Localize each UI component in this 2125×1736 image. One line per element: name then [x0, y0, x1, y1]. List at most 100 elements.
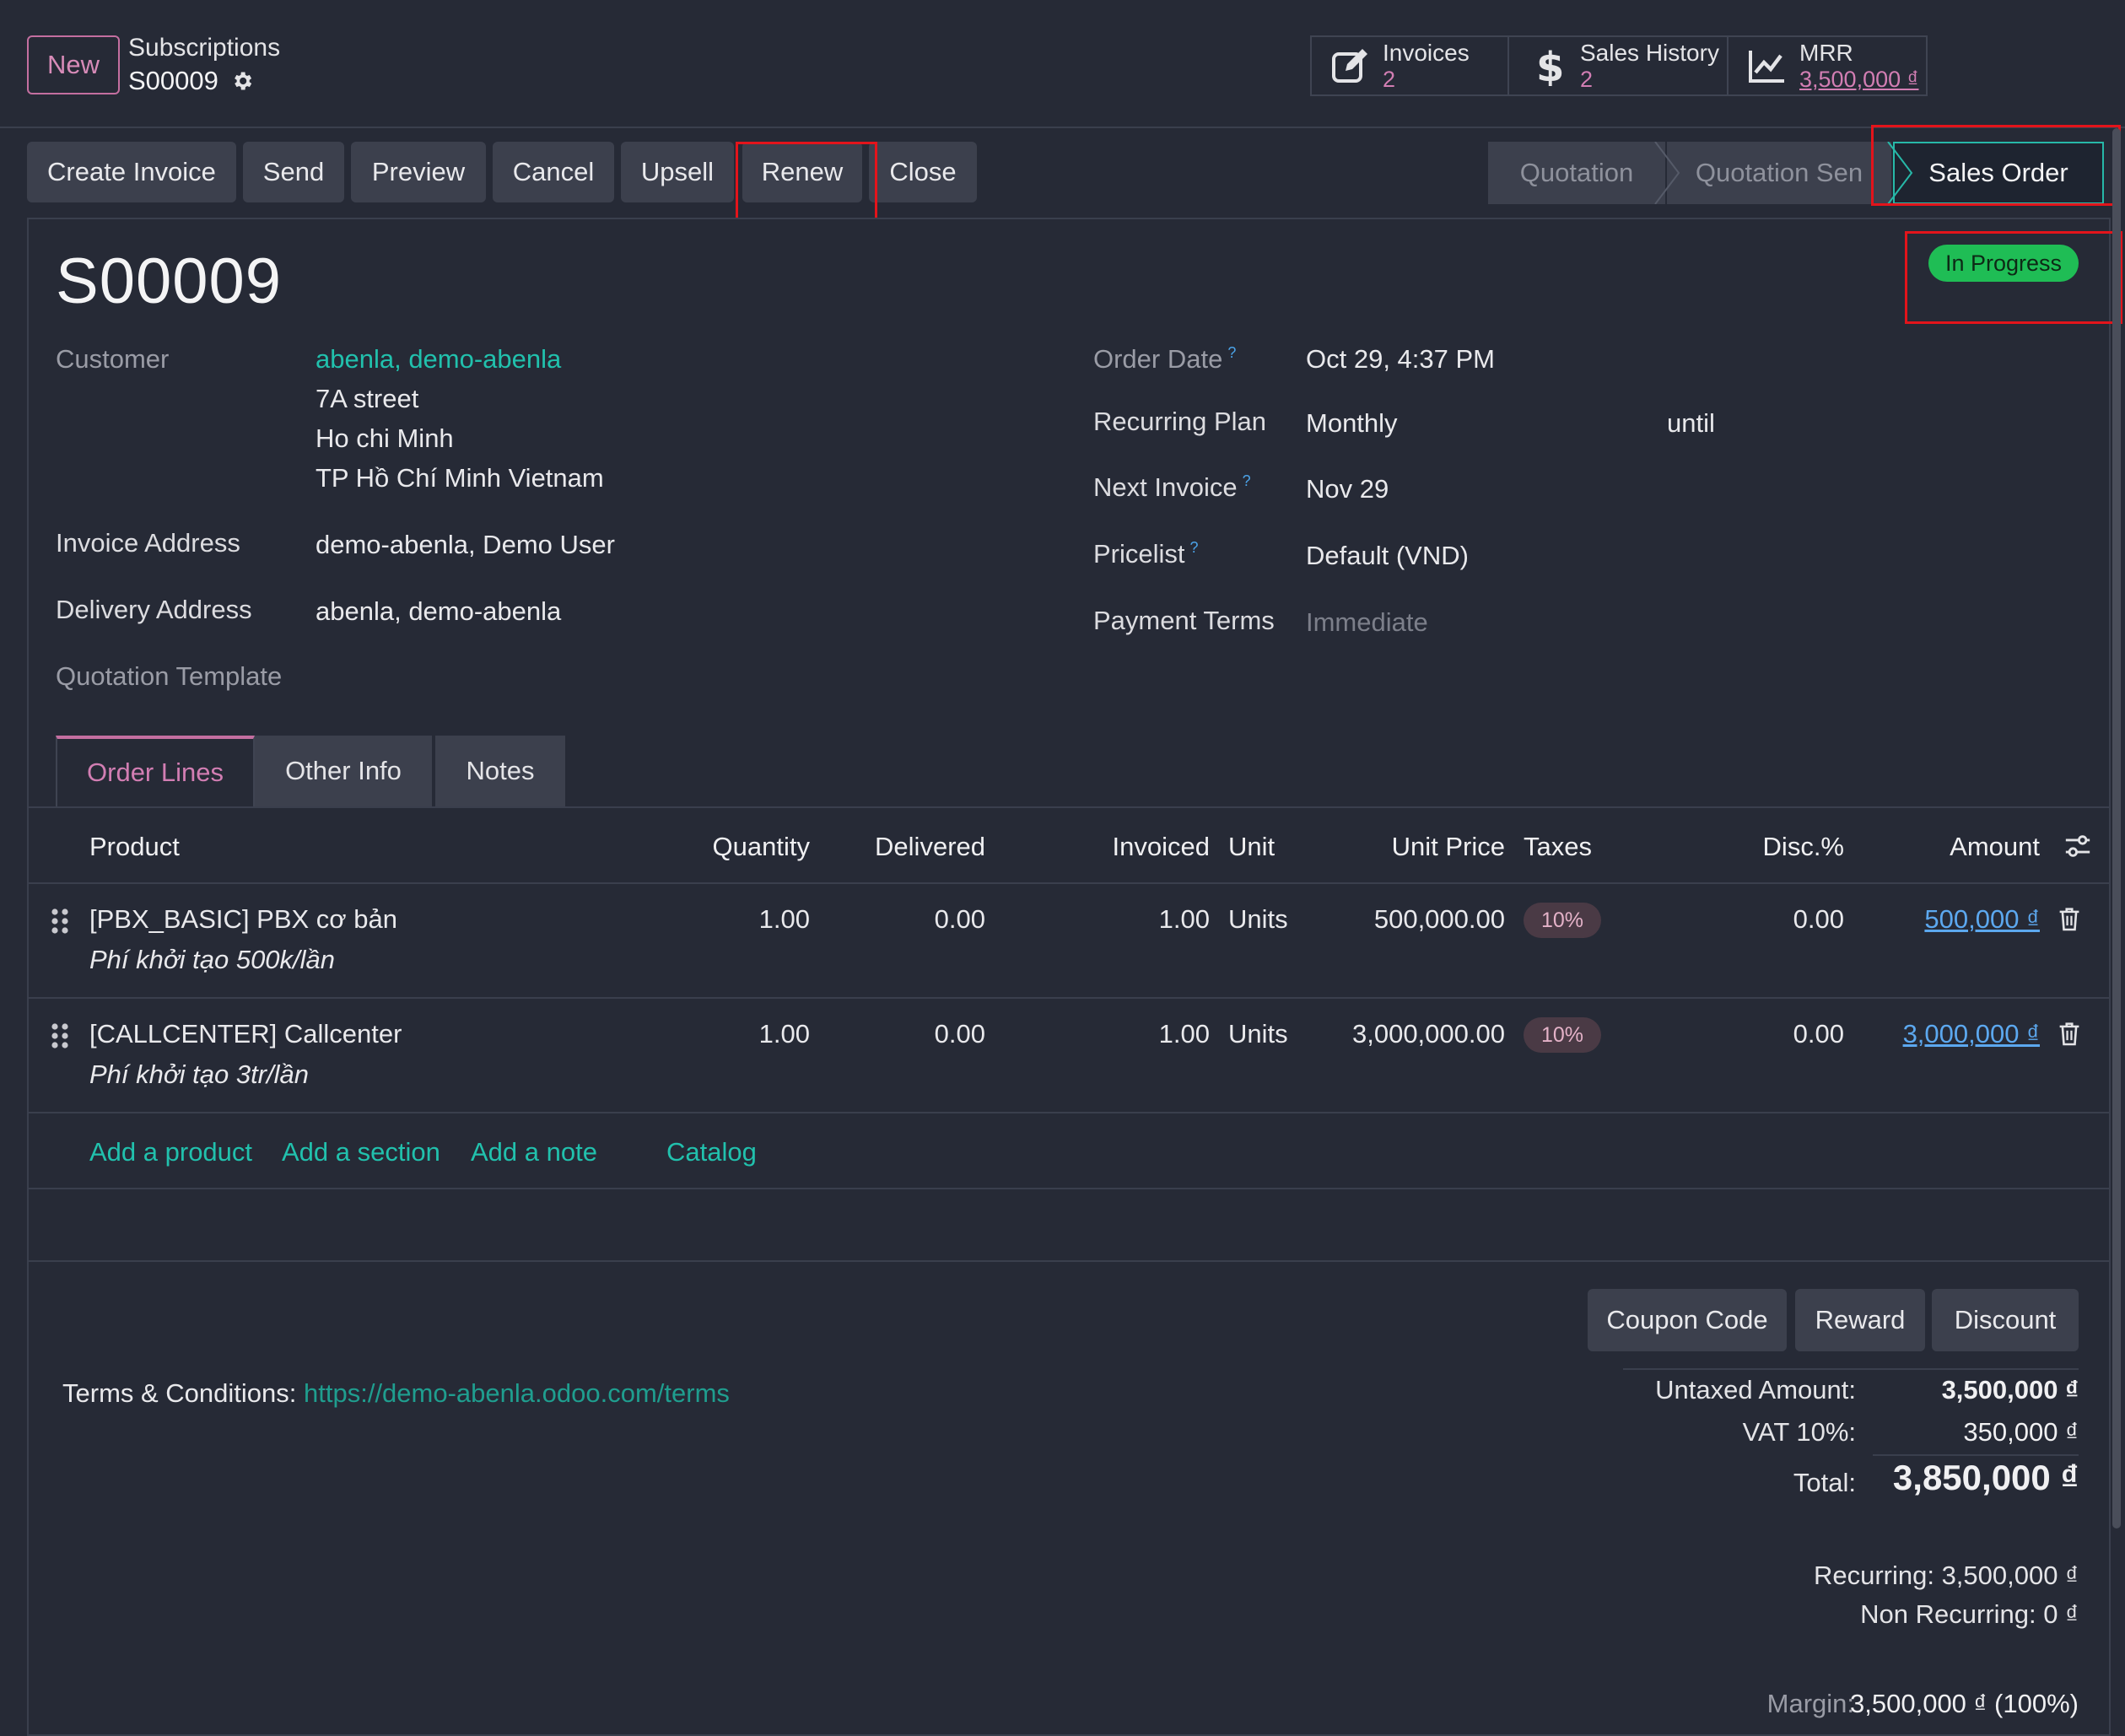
breadcrumb-current: S00009: [128, 66, 254, 96]
delivery-address-field[interactable]: abenla, demo-abenla: [316, 596, 561, 627]
pricelist-label-text: Pricelist: [1093, 539, 1185, 569]
tax-badge[interactable]: 10%: [1524, 903, 1601, 938]
highlight-sales-order: [1871, 125, 2121, 206]
row-discount[interactable]: 0.00: [1738, 1019, 1844, 1049]
new-button[interactable]: New: [27, 35, 120, 94]
total-amount: 3,850,000 ₫: [1892, 1458, 2079, 1497]
row-description: Phí khởi tạo 500k/lần: [89, 945, 336, 974]
delivery-address-label: Delivery Address: [56, 595, 252, 624]
row-product[interactable]: [CALLCENTER] Callcenter: [89, 1019, 402, 1049]
row-invoiced: 1.00: [1158, 904, 1210, 934]
row-unit-price[interactable]: 3,000,000.00: [1316, 1019, 1505, 1049]
row-quantity[interactable]: 1.00: [675, 1019, 810, 1049]
smart-value-invoices: 2: [1383, 67, 1396, 92]
recurring-total: Recurring: 3,500,000 ₫: [1813, 1561, 2079, 1590]
terms-link[interactable]: https://demo-abenla.odoo.com/terms: [304, 1378, 730, 1408]
add-section-link[interactable]: Add a section: [282, 1137, 440, 1167]
preview-button[interactable]: Preview: [351, 142, 486, 202]
recurring-plan-field[interactable]: Monthly: [1306, 408, 1398, 439]
close-button[interactable]: Close: [869, 142, 977, 202]
row-discount[interactable]: 0.00: [1738, 904, 1844, 935]
row-delivered: 0.00: [934, 1019, 985, 1049]
next-invoice-field[interactable]: Nov 29: [1306, 474, 1389, 504]
margin-value: 3,500,000 ₫ (100%): [1850, 1689, 2079, 1718]
customer-label: Customer: [56, 344, 170, 374]
footer-divider: [29, 1260, 2109, 1262]
smart-button-mrr[interactable]: MRR 3,500,000 ₫: [1727, 35, 1928, 96]
help-icon[interactable]: ?: [1190, 539, 1199, 556]
add-note-link[interactable]: Add a note: [471, 1137, 597, 1167]
payment-terms-field[interactable]: Immediate: [1306, 607, 1428, 638]
tax-badge[interactable]: 10%: [1524, 1017, 1601, 1053]
row-amount: 500,000 ₫: [1924, 904, 2040, 934]
quotation-template-label: Quotation Template: [56, 661, 283, 691]
dollar-icon: $: [1536, 46, 1564, 86]
discount-button[interactable]: Discount: [1932, 1289, 2079, 1351]
col-taxes[interactable]: Taxes: [1524, 832, 1592, 862]
terms-conditions: Terms & Conditions: https://demo-abenla.…: [62, 1378, 730, 1409]
stage-quotation[interactable]: Quotation: [1488, 142, 1665, 204]
tab-notes[interactable]: Notes: [435, 736, 565, 806]
smart-button-sales-history[interactable]: $ Sales History 2: [1507, 35, 1729, 96]
row-delivered: 0.00: [934, 904, 985, 934]
invoice-address-label: Invoice Address: [56, 528, 240, 558]
upsell-button[interactable]: Upsell: [621, 142, 734, 202]
margin-label: Margin:: [1766, 1689, 1854, 1718]
tabs-divider: [29, 806, 2109, 808]
row-divider: [29, 997, 2109, 999]
col-invoiced[interactable]: Invoiced: [1063, 832, 1210, 862]
breadcrumb-subscriptions[interactable]: Subscriptions: [128, 34, 280, 62]
recurring-plan-label: Recurring Plan: [1093, 407, 1267, 436]
highlight-status-badge: [1905, 231, 2122, 324]
record-title: S00009: [56, 245, 283, 317]
trash-icon[interactable]: [2058, 1021, 2080, 1046]
stage-quotation-sent[interactable]: Quotation Sen: [1667, 142, 1891, 204]
totals-top-divider: [1623, 1368, 2079, 1370]
help-icon[interactable]: ?: [1227, 344, 1236, 361]
row-divider: [29, 1112, 2109, 1113]
breadcrumb-current-label: S00009: [128, 66, 218, 95]
drag-handle-icon[interactable]: [51, 1022, 69, 1049]
pricelist-field[interactable]: Default (VND): [1306, 541, 1469, 571]
order-date-field[interactable]: Oct 29, 4:37 PM: [1306, 344, 1495, 375]
trash-icon[interactable]: [2058, 906, 2080, 931]
drag-handle-icon[interactable]: [51, 908, 69, 935]
row-unit-price[interactable]: 500,000.00: [1316, 904, 1505, 935]
col-quantity[interactable]: Quantity: [675, 832, 810, 862]
col-product[interactable]: Product: [89, 832, 180, 862]
cancel-button[interactable]: Cancel: [493, 142, 614, 202]
optional-columns-icon[interactable]: [2063, 832, 2092, 860]
svg-text:$: $: [1536, 46, 1564, 86]
header-divider: [29, 882, 2109, 884]
reward-button[interactable]: Reward: [1795, 1289, 1925, 1351]
smart-button-invoices[interactable]: Invoices 2: [1310, 35, 1509, 96]
non-recurring-total: Non Recurring: 0 ₫: [1860, 1599, 2079, 1629]
catalog-link[interactable]: Catalog: [666, 1137, 757, 1167]
add-product-link[interactable]: Add a product: [89, 1137, 252, 1167]
create-invoice-button[interactable]: Create Invoice: [27, 142, 236, 202]
pricelist-label: Pricelist?: [1093, 539, 1199, 569]
help-icon[interactable]: ?: [1243, 472, 1251, 489]
tab-other-info[interactable]: Other Info: [255, 736, 432, 806]
row-product[interactable]: [PBX_BASIC] PBX cơ bản: [89, 904, 397, 935]
coupon-code-button[interactable]: Coupon Code: [1588, 1289, 1787, 1351]
until-label: until: [1667, 408, 1715, 438]
customer-link[interactable]: abenla, demo-abenla: [316, 344, 561, 375]
send-button[interactable]: Send: [243, 142, 344, 202]
customer-address-line3: TP Hồ Chí Minh Vietnam: [316, 463, 604, 493]
row-unit[interactable]: Units: [1228, 1019, 1288, 1049]
scrollbar[interactable]: [2112, 128, 2121, 1528]
col-discount[interactable]: Disc.%: [1738, 832, 1844, 862]
col-unit[interactable]: Unit: [1228, 832, 1275, 862]
order-date-label-text: Order Date: [1093, 344, 1223, 374]
invoice-address-field[interactable]: demo-abenla, Demo User: [316, 530, 615, 560]
row-unit[interactable]: Units: [1228, 904, 1288, 935]
gear-icon[interactable]: [230, 69, 254, 93]
row-amount: 3,000,000 ₫: [1902, 1019, 2040, 1049]
col-unit-price[interactable]: Unit Price: [1350, 832, 1505, 862]
col-amount[interactable]: Amount: [1898, 832, 2040, 862]
tab-order-lines[interactable]: Order Lines: [56, 736, 255, 806]
row-quantity[interactable]: 1.00: [675, 904, 810, 935]
col-delivered[interactable]: Delivered: [844, 832, 985, 862]
terms-label: Terms & Conditions:: [62, 1378, 297, 1408]
